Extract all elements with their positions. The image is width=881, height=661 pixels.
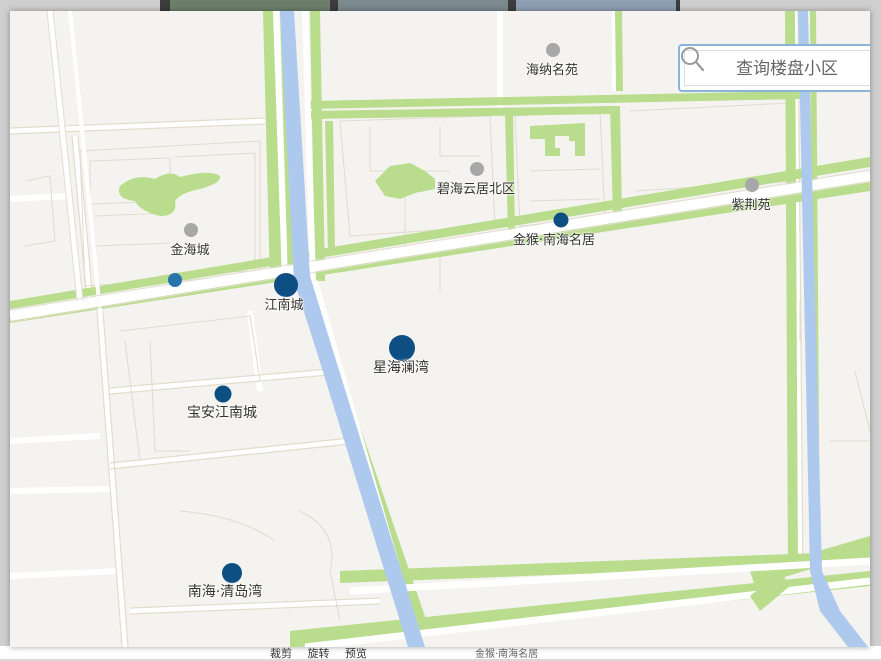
place-marker[interactable] bbox=[184, 223, 198, 237]
place-marker[interactable] bbox=[168, 273, 182, 287]
place-marker[interactable] bbox=[745, 178, 759, 192]
place-marker[interactable] bbox=[214, 385, 232, 403]
place-label[interactable]: 紫荆苑 bbox=[731, 194, 770, 213]
place-marker[interactable] bbox=[546, 43, 560, 57]
crop-button[interactable]: 裁剪 bbox=[270, 647, 292, 660]
search-icon[interactable] bbox=[680, 46, 704, 72]
park-clearing bbox=[555, 136, 569, 148]
preview-button[interactable]: 预览 bbox=[345, 647, 367, 660]
place-label[interactable]: 金海城 bbox=[170, 239, 209, 258]
background-footer: 裁剪 旋转 预览 金猴·南海名居 bbox=[0, 646, 881, 660]
place-label[interactable]: 南海·清岛湾 bbox=[188, 581, 262, 601]
place-label[interactable]: 碧海云居北区 bbox=[437, 178, 515, 197]
place-marker[interactable] bbox=[470, 162, 484, 176]
search-box[interactable] bbox=[678, 44, 870, 92]
search-input[interactable] bbox=[736, 56, 870, 82]
place-label[interactable]: 江南城 bbox=[264, 294, 303, 313]
place-label[interactable]: 宝安江南城 bbox=[187, 402, 257, 422]
place-marker[interactable] bbox=[553, 212, 569, 228]
place-label[interactable]: 海纳名苑 bbox=[526, 59, 578, 78]
place-label[interactable]: 星海澜湾 bbox=[373, 357, 429, 377]
rotate-button[interactable]: 旋转 bbox=[308, 647, 330, 660]
place-marker[interactable] bbox=[222, 563, 242, 583]
map-view[interactable]: 海纳名苑 碧海云居北区 紫荆苑 金海城 金猴·南海名居 江南城 星海澜湾 宝安江… bbox=[10, 11, 870, 647]
background-caption: 金猴·南海名居 bbox=[475, 649, 539, 660]
place-label[interactable]: 金猴·南海名居 bbox=[513, 229, 595, 248]
map-base-layer[interactable] bbox=[10, 11, 870, 647]
